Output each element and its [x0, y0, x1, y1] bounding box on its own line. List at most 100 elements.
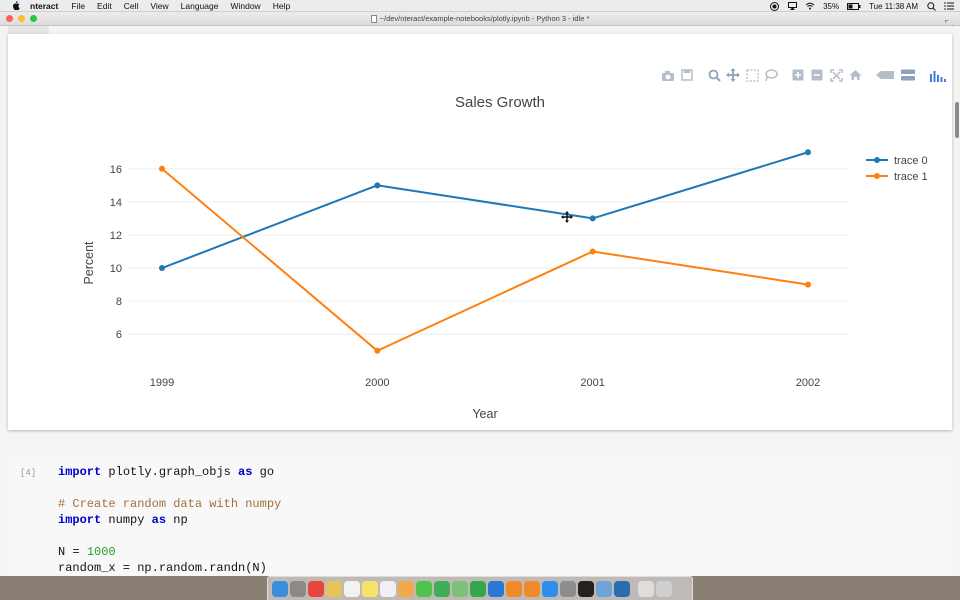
- app-menu[interactable]: nteract: [30, 1, 58, 11]
- wifi-icon[interactable]: [805, 2, 815, 11]
- battery-icon[interactable]: [847, 2, 861, 11]
- code-token: random_x = np.random.randn(N): [58, 561, 267, 575]
- lasso-icon[interactable]: [763, 68, 779, 82]
- trash-icon[interactable]: [656, 580, 672, 597]
- data-point: [589, 248, 596, 255]
- clock[interactable]: Tue 11:38 AM: [869, 2, 918, 11]
- stickies-icon[interactable]: [362, 580, 378, 597]
- x-tick-label: 2000: [365, 377, 389, 389]
- x-axis-label: Year: [472, 407, 497, 421]
- facetime-icon[interactable]: [434, 580, 450, 597]
- app-store-icon[interactable]: [542, 580, 558, 597]
- maps-icon[interactable]: [452, 580, 468, 597]
- x-tick-label: 1999: [150, 377, 174, 389]
- legend-marker: [874, 157, 880, 163]
- menu-window[interactable]: Window: [230, 1, 260, 11]
- dock: [267, 576, 693, 600]
- scrollbar-thumb[interactable]: [955, 102, 959, 138]
- keynote-icon[interactable]: [488, 580, 504, 597]
- reset-axes-icon[interactable]: [847, 68, 863, 82]
- reminders-icon[interactable]: [380, 580, 396, 597]
- data-point: [159, 265, 165, 272]
- autoscale-icon[interactable]: [828, 68, 844, 82]
- box-select-icon[interactable]: [744, 68, 760, 82]
- zoom-out-icon[interactable]: [809, 68, 825, 82]
- code-line: N = 1000: [58, 544, 281, 560]
- window-title-area: ~/dev/nteract/example-notebooks/plotly.i…: [0, 14, 960, 23]
- nteract-icon[interactable]: [614, 580, 630, 597]
- numbers-icon[interactable]: [470, 580, 486, 597]
- hover-compare-icon[interactable]: [899, 68, 917, 82]
- code-token: as: [151, 513, 167, 527]
- code-token: np: [166, 513, 188, 527]
- y-axis-label: Percent: [82, 241, 96, 285]
- system-preferences-icon[interactable]: [560, 580, 576, 597]
- finder-icon[interactable]: [272, 580, 288, 597]
- hover-closest-icon[interactable]: [874, 68, 896, 82]
- x-tick-label: 2001: [580, 377, 604, 389]
- data-point: [805, 281, 811, 288]
- legend-label: trace 0: [894, 155, 928, 167]
- record-icon[interactable]: [769, 1, 779, 11]
- code-token: go: [252, 465, 275, 479]
- pan-icon[interactable]: [725, 68, 741, 82]
- terminal-icon[interactable]: [578, 580, 594, 597]
- code-line: import plotly.graph_objs as go: [58, 464, 281, 480]
- battery-percent: 35%: [823, 1, 840, 11]
- menu-cell[interactable]: Cell: [124, 1, 139, 11]
- menu-help[interactable]: Help: [273, 1, 290, 11]
- camera-icon[interactable]: [660, 68, 676, 82]
- document-icon: [370, 14, 377, 23]
- code-token: import: [58, 513, 102, 527]
- menu-edit[interactable]: Edit: [97, 1, 112, 11]
- sales-growth-chart[interactable]: 6 8 10 12 14 16 1999 2000 2001 2002 Sales Growth Ye…: [8, 34, 952, 430]
- plotly-logo-icon[interactable]: [928, 68, 948, 82]
- photos-icon[interactable]: [398, 580, 414, 597]
- code-token: # Create random data with numpy: [58, 497, 282, 511]
- code-token: plotly.graph_objs: [101, 465, 239, 479]
- menu-file[interactable]: File: [71, 1, 85, 11]
- ibooks-icon[interactable]: [524, 580, 540, 597]
- zoom-icon[interactable]: [706, 68, 722, 82]
- y-tick-label: 8: [116, 296, 122, 308]
- data-point: [374, 347, 381, 354]
- save-icon[interactable]: [679, 68, 695, 82]
- pages-icon[interactable]: [506, 580, 522, 597]
- code-token: import: [58, 465, 102, 479]
- launchpad-icon[interactable]: [290, 580, 306, 597]
- y-tick-label: 12: [110, 230, 122, 242]
- chrome-icon[interactable]: [308, 580, 324, 597]
- documents-icon[interactable]: [638, 580, 654, 597]
- notes-icon[interactable]: [326, 580, 342, 597]
- previous-cell-stub: [8, 26, 49, 34]
- code-line: random_x = np.random.randn(N): [58, 560, 281, 576]
- menu-bar: nteract File Edit Cell View Language Win…: [0, 0, 960, 12]
- data-point: [805, 149, 811, 156]
- x-tick-label: 2002: [796, 377, 820, 389]
- preview-icon[interactable]: [596, 580, 612, 597]
- code-editor[interactable]: import plotly.graph_objs as go # Create r…: [58, 464, 281, 576]
- move-cursor-icon: [561, 211, 573, 223]
- code-cell[interactable]: [4] import plotly.graph_objs as go # Crea…: [8, 456, 952, 576]
- window-titlebar[interactable]: ~/dev/nteract/example-notebooks/plotly.i…: [0, 12, 960, 29]
- notification-center-icon[interactable]: [944, 2, 954, 11]
- code-line: # Create random data with numpy: [58, 496, 281, 512]
- cell-prompt: [4]: [20, 468, 37, 478]
- menu-view[interactable]: View: [150, 1, 168, 11]
- menu-language[interactable]: Language: [181, 1, 219, 11]
- airplay-icon[interactable]: [787, 2, 797, 11]
- status-area: 35% Tue 11:38 AM: [769, 0, 954, 12]
- fullscreen-icon[interactable]: [944, 15, 954, 29]
- data-point: [374, 182, 381, 189]
- notebook-content: 6 8 10 12 14 16 1999 2000 2001 2002 Sales Growth Ye…: [0, 26, 960, 576]
- zoom-in-icon[interactable]: [790, 68, 806, 82]
- messages-icon[interactable]: [416, 580, 432, 597]
- plotly-modebar: [660, 68, 951, 82]
- apple-menu-icon[interactable]: [11, 1, 21, 11]
- notebook-window: ~/dev/nteract/example-notebooks/plotly.i…: [0, 12, 960, 576]
- legend-marker: [874, 173, 880, 179]
- y-tick-label: 14: [110, 197, 122, 209]
- spotlight-icon[interactable]: [926, 1, 936, 11]
- calendar-icon[interactable]: [344, 580, 360, 597]
